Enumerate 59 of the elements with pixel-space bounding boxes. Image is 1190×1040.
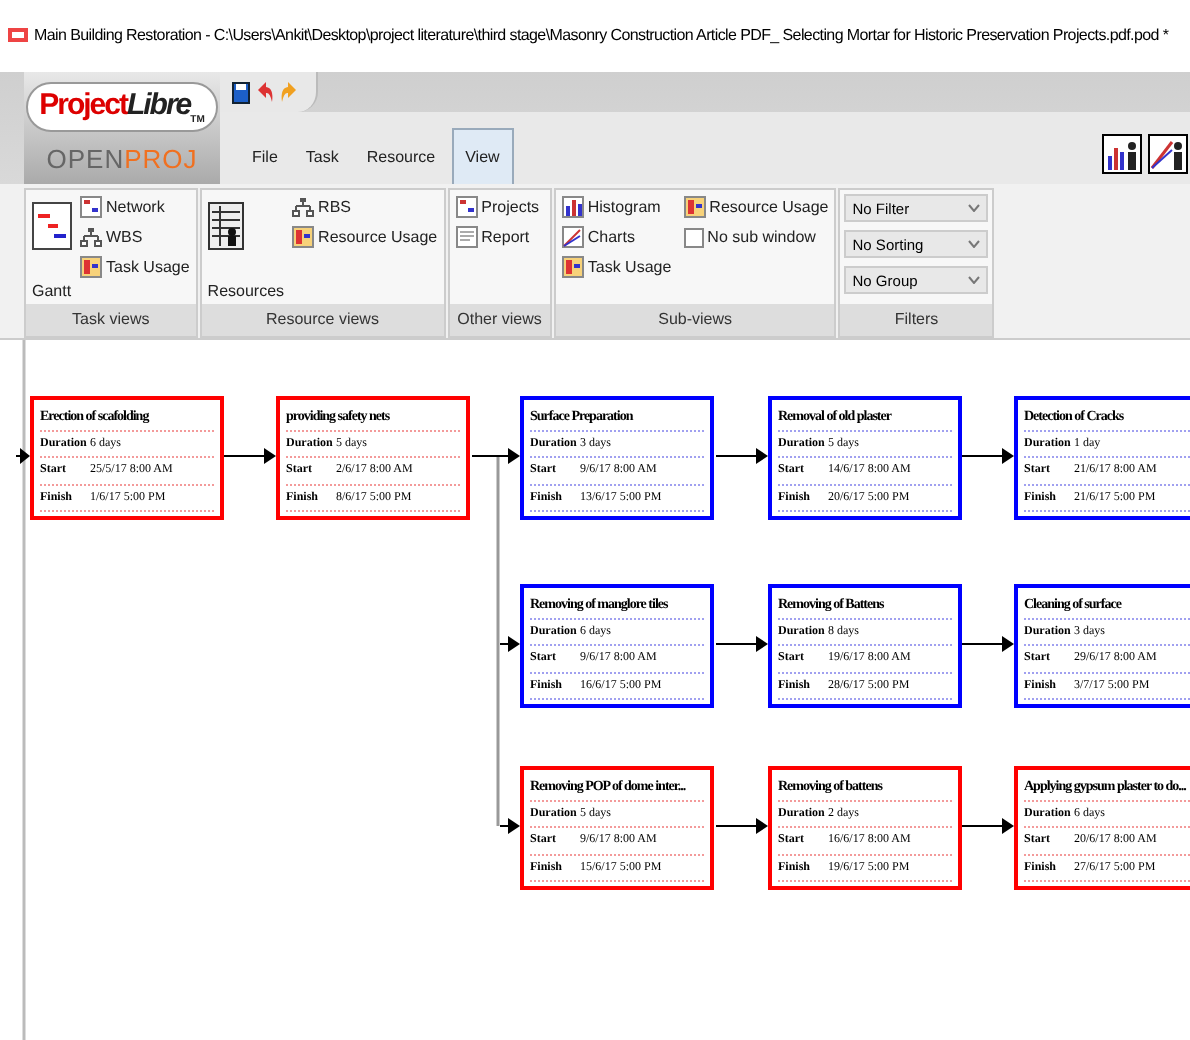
hierarchy-icon (80, 226, 102, 248)
line-chart-icon (561, 226, 584, 248)
view-button[interactable]: Task Usage (559, 254, 674, 280)
menu-tab[interactable]: File (240, 128, 290, 184)
group-label: Resource views (201, 304, 444, 336)
view-button[interactable]: Gantt (30, 194, 74, 304)
view-button[interactable]: Resource Usage (290, 224, 440, 250)
group-label: Other views (449, 304, 550, 336)
view-button[interactable]: Report (453, 224, 542, 250)
connector-arrow (221, 448, 276, 464)
network-icon (80, 196, 102, 218)
menu-tab[interactable]: View (451, 128, 514, 184)
undo-icon[interactable] (256, 81, 274, 103)
view-button[interactable]: RBS (290, 194, 440, 220)
app-icon (8, 27, 28, 41)
connector-arrow (961, 448, 1014, 464)
view-button[interactable]: Projects (453, 194, 542, 220)
view-button[interactable]: WBS (78, 224, 192, 250)
chevron-down-icon (968, 204, 981, 212)
menu-tab[interactable]: Task (293, 128, 351, 184)
logo-text: ProjectLibre$_{TM}$ (39, 88, 205, 122)
line-chart-icon[interactable] (1148, 134, 1188, 174)
connector-arrow (15, 448, 30, 464)
connector-arrow (499, 818, 520, 834)
save-icon[interactable] (232, 81, 250, 103)
usage-grid-icon (561, 256, 584, 278)
group-label: Task views (26, 304, 196, 336)
menu-tab[interactable]: Resource (354, 128, 448, 184)
document-icon (455, 226, 478, 248)
view-button[interactable]: Task Usage (78, 254, 192, 280)
connector-arrow (715, 818, 768, 834)
group-label: Filters (840, 304, 993, 336)
view-button[interactable]: Charts (559, 224, 674, 250)
connector-arrow (961, 818, 1014, 834)
network-icon (455, 196, 478, 218)
logo-subtitle: OPENPROJ (46, 144, 198, 174)
checkbox[interactable] (683, 227, 704, 247)
connector-arrow (499, 636, 520, 652)
usage-grid-icon (292, 226, 315, 248)
checkbox-option[interactable]: No sub window (681, 224, 831, 250)
hierarchy-icon (292, 196, 315, 218)
chevron-down-icon (968, 276, 981, 284)
window-title: Main Building Restoration - C:\Users\Ankit\Desktop\project literature\third stage\Masonry Construction Article PDF_ Selecting Mortar for Historic Preservation Projects.pdf.pod * (34, 25, 1169, 43)
view-button[interactable]: Histogram (559, 194, 674, 220)
usage-grid-icon (683, 196, 706, 218)
connector-arrow (715, 636, 768, 652)
chevron-down-icon (968, 240, 981, 248)
group-label: Sub-views (555, 304, 835, 336)
connector-arrow (961, 636, 1014, 652)
bar-chart-icon (561, 196, 584, 218)
connector-arrow (715, 448, 768, 464)
resource-sheet-icon (207, 202, 244, 250)
connector-arrow (471, 448, 520, 464)
gantt-chart-icon (32, 202, 72, 250)
view-button[interactable]: Network (78, 194, 192, 220)
view-button[interactable]: Resource Usage (681, 194, 831, 220)
view-button[interactable]: Resources (205, 194, 287, 304)
usage-grid-icon (80, 256, 102, 278)
histogram-chart-icon[interactable] (1102, 134, 1142, 174)
